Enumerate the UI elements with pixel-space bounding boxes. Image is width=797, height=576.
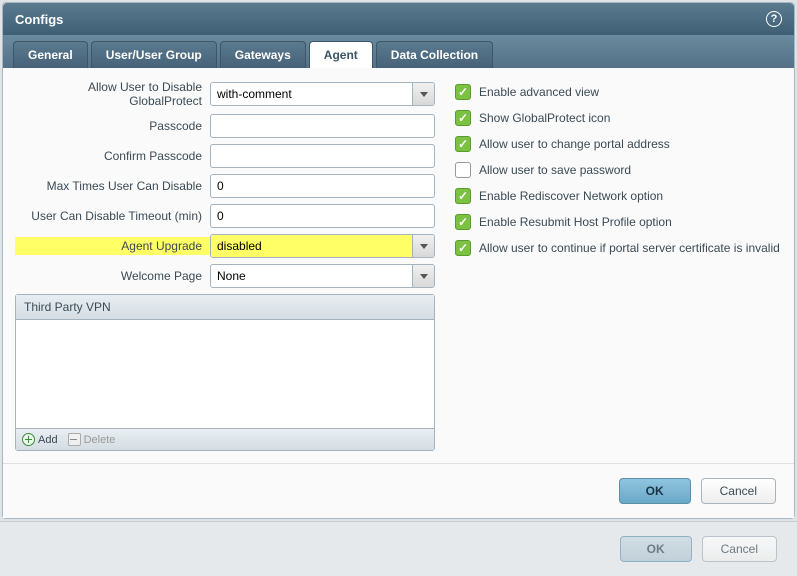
timeout-input[interactable] [210, 204, 435, 228]
welcome-page-select[interactable]: None [210, 264, 435, 288]
config-dialog: Configs ? General User/User Group Gatewa… [2, 2, 795, 519]
tab-gateways[interactable]: Gateways [220, 41, 306, 68]
max-times-label: Max Times User Can Disable [15, 179, 210, 193]
tab-content: Allow User to Disable GlobalProtect with… [3, 68, 794, 463]
add-button[interactable]: Add [22, 433, 58, 446]
ok-button[interactable]: OK [619, 478, 691, 504]
agent-upgrade-select[interactable]: disabled [210, 234, 435, 258]
check-label: Show GlobalProtect icon [479, 111, 610, 125]
chevron-down-icon[interactable] [412, 265, 434, 287]
confirm-passcode-label: Confirm Passcode [15, 149, 210, 163]
listbox-header: Third Party VPN [16, 295, 434, 320]
check-label: Enable advanced view [479, 85, 599, 99]
tab-data-collection[interactable]: Data Collection [376, 41, 493, 68]
plus-icon [22, 433, 35, 446]
agent-upgrade-label: Agent Upgrade [15, 237, 210, 255]
minus-icon [68, 433, 81, 446]
check-show-icon[interactable]: ✓ [455, 110, 471, 126]
dialog-title: Configs [15, 12, 63, 27]
allow-disable-select[interactable]: with-comment [210, 82, 435, 106]
check-resubmit[interactable]: ✓ [455, 214, 471, 230]
check-label: Enable Rediscover Network option [479, 189, 663, 203]
welcome-page-label: Welcome Page [15, 269, 210, 283]
outer-button-bar: OK Cancel [0, 521, 797, 576]
chevron-down-icon[interactable] [412, 83, 434, 105]
outer-ok-button[interactable]: OK [620, 536, 692, 562]
check-continue-invalid-cert[interactable]: ✓ [455, 240, 471, 256]
check-save-password[interactable] [455, 162, 471, 178]
check-change-portal[interactable]: ✓ [455, 136, 471, 152]
tab-general[interactable]: General [13, 41, 88, 68]
outer-cancel-button[interactable]: Cancel [702, 536, 777, 562]
left-column: Allow User to Disable GlobalProtect with… [15, 80, 435, 451]
check-label: Allow user to continue if portal server … [479, 241, 780, 255]
tab-agent[interactable]: Agent [309, 41, 373, 68]
check-label: Enable Resubmit Host Profile option [479, 215, 672, 229]
listbox-body[interactable] [16, 320, 434, 428]
check-label: Allow user to save password [479, 163, 631, 177]
timeout-label: User Can Disable Timeout (min) [15, 209, 210, 223]
check-label: Allow user to change portal address [479, 137, 670, 151]
passcode-label: Passcode [15, 119, 210, 133]
delete-button: Delete [68, 433, 116, 446]
chevron-down-icon[interactable] [412, 235, 434, 257]
listbox-footer: Add Delete [16, 428, 434, 450]
tab-user-group[interactable]: User/User Group [91, 41, 217, 68]
check-rediscover[interactable]: ✓ [455, 188, 471, 204]
title-bar: Configs ? [3, 3, 794, 35]
passcode-input[interactable] [210, 114, 435, 138]
tab-bar: General User/User Group Gateways Agent D… [3, 35, 794, 68]
inner-button-bar: OK Cancel [3, 463, 794, 518]
allow-disable-label: Allow User to Disable GlobalProtect [15, 80, 210, 108]
max-times-input[interactable] [210, 174, 435, 198]
check-enable-advanced[interactable]: ✓ [455, 84, 471, 100]
confirm-passcode-input[interactable] [210, 144, 435, 168]
cancel-button[interactable]: Cancel [701, 478, 776, 504]
third-party-vpn-list: Third Party VPN Add Delete [15, 294, 435, 451]
help-icon[interactable]: ? [766, 11, 782, 27]
right-column: ✓ Enable advanced view ✓ Show GlobalProtec… [455, 80, 782, 451]
